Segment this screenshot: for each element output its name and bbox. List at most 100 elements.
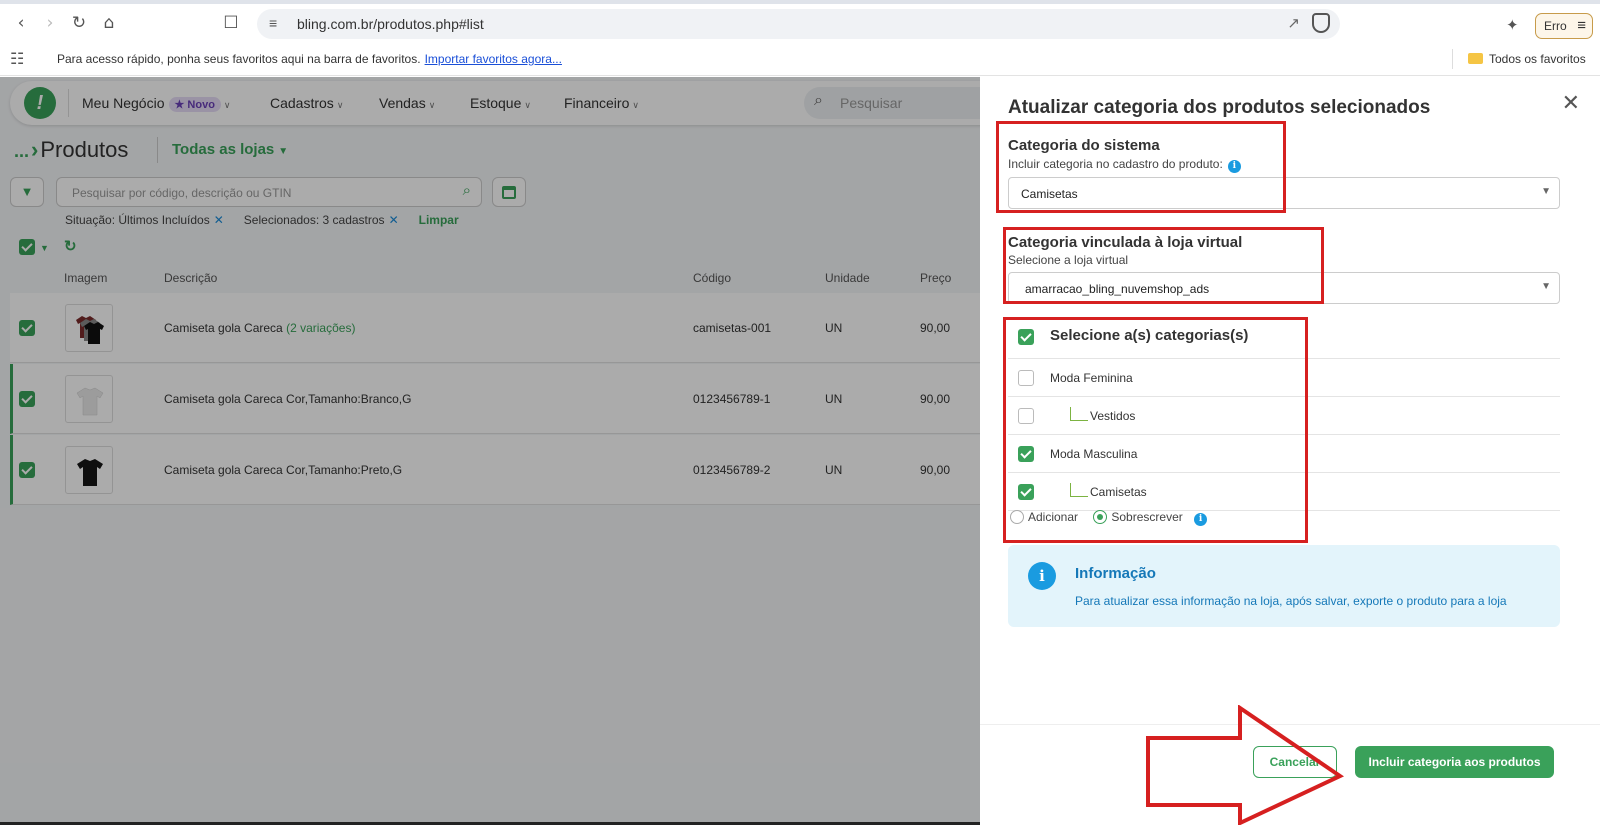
system-category-subtitle: Incluir categoria no cadastro do produto…	[1008, 157, 1241, 173]
row-checkbox[interactable]	[19, 462, 35, 478]
select-all-categories-checkbox[interactable]	[1018, 329, 1034, 345]
store-selector-label: Todas as lojas	[172, 141, 275, 158]
nav-item-financeiro[interactable]: Financeiro ∨	[564, 95, 639, 111]
select-all-checkbox[interactable]	[19, 239, 35, 255]
nav-separator	[68, 89, 69, 117]
radio-adicionar[interactable]	[1010, 510, 1024, 524]
panel-footer: Cancelar Incluir categoria aos produtos	[980, 724, 1600, 825]
product-search-input[interactable]: Pesquisar por código, descrição ou GTIN …	[56, 177, 482, 207]
extensions-icon[interactable]: ✦	[1506, 16, 1519, 34]
system-category-title: Categoria do sistema	[1008, 137, 1160, 154]
product-description[interactable]: Camiseta gola Careca Cor,Tamanho:Preto,G	[164, 463, 402, 477]
filter-icon: ▼	[20, 184, 34, 199]
update-mode-options: Adicionar Sobrescrever i	[1010, 510, 1208, 526]
refresh-icon[interactable]: ↻	[64, 237, 77, 255]
reload-icon[interactable]: ↻	[69, 13, 89, 33]
title-separator	[157, 137, 158, 163]
forward-icon[interactable]: ›	[40, 13, 60, 33]
import-bookmarks-link[interactable]: Importar favoritos agora...	[425, 52, 562, 66]
info-icon[interactable]: i	[1194, 513, 1208, 526]
system-category-select[interactable]: Camisetas ▼	[1008, 177, 1560, 209]
info-icon[interactable]: i	[1227, 160, 1241, 173]
cancel-button[interactable]: Cancelar	[1253, 746, 1337, 778]
nav-label: Meu Negócio	[82, 95, 165, 111]
address-bar[interactable]: ≡ bling.com.br/produtos.php#list ↗	[257, 9, 1340, 39]
remove-filter-icon[interactable]: ✕	[214, 213, 224, 227]
category-list-header: Selecione a(s) categorias(s)	[1008, 321, 1560, 359]
include-category-button[interactable]: Incluir categoria aos produtos	[1355, 746, 1554, 778]
category-item-camisetas[interactable]: Camisetas	[1008, 473, 1560, 511]
date-filter-button[interactable]	[492, 177, 526, 207]
table-row[interactable]: Camiseta gola Careca Cor,Tamanho:Branco,…	[10, 364, 980, 434]
remove-filter-icon[interactable]: ✕	[389, 213, 399, 227]
home-icon[interactable]: ⌂	[99, 13, 119, 33]
apps-grid-icon[interactable]: ☷	[10, 49, 24, 69]
table-row[interactable]: Camiseta gola Careca Cor,Tamanho:Preto,G…	[10, 435, 980, 505]
product-description[interactable]: Camiseta gola Careca (2 variações)	[164, 321, 355, 335]
error-menu-button[interactable]: Erro ≡	[1535, 13, 1593, 39]
browser-toolbar: ‹ › ↻ ⌂ ☐ ≡ bling.com.br/produtos.php#li…	[0, 4, 1600, 42]
selection-menu-icon[interactable]: ▼	[40, 243, 49, 253]
novo-badge: ★ Novo	[168, 97, 221, 112]
bookmarks-hint-text: Para acesso rápido, ponha seus favoritos…	[57, 52, 421, 66]
tshirt-white-icon	[76, 387, 104, 416]
chevron-down-icon: ∨	[223, 100, 231, 110]
row-checkbox[interactable]	[19, 320, 35, 336]
back-icon[interactable]: ‹	[11, 13, 31, 33]
product-image	[65, 304, 113, 352]
calendar-icon	[502, 186, 516, 199]
page-title: Produtos	[40, 137, 129, 162]
nav-item-vendas[interactable]: Vendas ∨	[379, 95, 435, 111]
chevron-down-icon: ∨	[336, 100, 344, 110]
mode-add-option[interactable]: Adicionar	[1010, 510, 1078, 524]
category-checkbox[interactable]	[1018, 408, 1034, 424]
category-checkbox[interactable]	[1018, 370, 1034, 386]
nav-item-meu-negocio[interactable]: Meu Negócio ★ Novo ∨	[82, 95, 231, 112]
search-icon[interactable]: ⌕	[463, 182, 471, 199]
category-checkbox[interactable]	[1018, 446, 1034, 462]
row-checkbox[interactable]	[19, 391, 35, 407]
bookmark-icon[interactable]: ☐	[221, 13, 241, 33]
mode-overwrite-label: Sobrescrever	[1111, 510, 1183, 524]
share-icon[interactable]: ↗	[1287, 14, 1300, 32]
store-category-title: Categoria vinculada à loja virtual	[1008, 234, 1243, 251]
category-item-moda-masculina[interactable]: Moda Masculina	[1008, 435, 1560, 473]
chevron-down-icon: ∨	[524, 100, 531, 110]
product-code: 0123456789-2	[693, 463, 771, 477]
variations-link[interactable]: (2 variações)	[286, 321, 355, 335]
product-unit: UN	[825, 463, 843, 477]
caret-down-icon: ▼	[278, 146, 289, 157]
virtual-store-select[interactable]: amarracao_bling_nuvemshop_ads ▼	[1008, 272, 1560, 304]
tree-connector	[1070, 483, 1088, 497]
filter-button[interactable]: ▼	[10, 177, 44, 207]
category-label: Camisetas	[1090, 485, 1147, 499]
breadcrumb-ellipsis[interactable]: ...	[14, 141, 29, 161]
category-item-moda-feminina[interactable]: Moda Feminina	[1008, 359, 1560, 397]
category-item-vestidos[interactable]: Vestidos	[1008, 397, 1560, 435]
nav-item-estoque[interactable]: Estoque ∨	[470, 95, 531, 111]
bling-logo[interactable]: !	[24, 87, 56, 119]
product-price: 90,00	[920, 392, 951, 406]
tree-connector	[1070, 407, 1088, 421]
col-codigo: Código	[693, 271, 732, 285]
brave-shield-icon[interactable]	[1312, 13, 1330, 33]
filter-chip-selecionados: Selecionados: 3 cadastros	[243, 213, 385, 227]
categories-header-label: Selecione a(s) categorias(s)	[1050, 327, 1249, 344]
radio-sobrescrever[interactable]	[1093, 510, 1108, 524]
product-image	[65, 375, 113, 423]
table-row[interactable]: Camiseta gola Careca (2 variações) camis…	[10, 293, 980, 363]
close-icon[interactable]: ✕	[1562, 91, 1580, 116]
product-description[interactable]: Camiseta gola Careca Cor,Tamanho:Branco,…	[164, 392, 411, 406]
all-bookmarks-button[interactable]: Todos os favoritos	[1468, 52, 1586, 66]
clear-filters-link[interactable]: Limpar	[419, 213, 459, 227]
mode-overwrite-option[interactable]: Sobrescrever	[1093, 510, 1183, 524]
product-search-placeholder: Pesquisar por código, descrição ou GTIN	[72, 186, 292, 200]
nav-label: Vendas	[379, 95, 426, 111]
product-code: camisetas-001	[693, 321, 772, 335]
nav-item-cadastros[interactable]: Cadastros ∨	[270, 95, 343, 111]
category-checkbox[interactable]	[1018, 484, 1034, 500]
store-category-subtitle: Selecione a loja virtual	[1008, 253, 1129, 267]
site-settings-icon[interactable]: ≡	[269, 15, 277, 31]
chevron-down-icon: ∨	[428, 100, 436, 110]
store-selector[interactable]: Todas as lojas ▼	[172, 141, 288, 158]
